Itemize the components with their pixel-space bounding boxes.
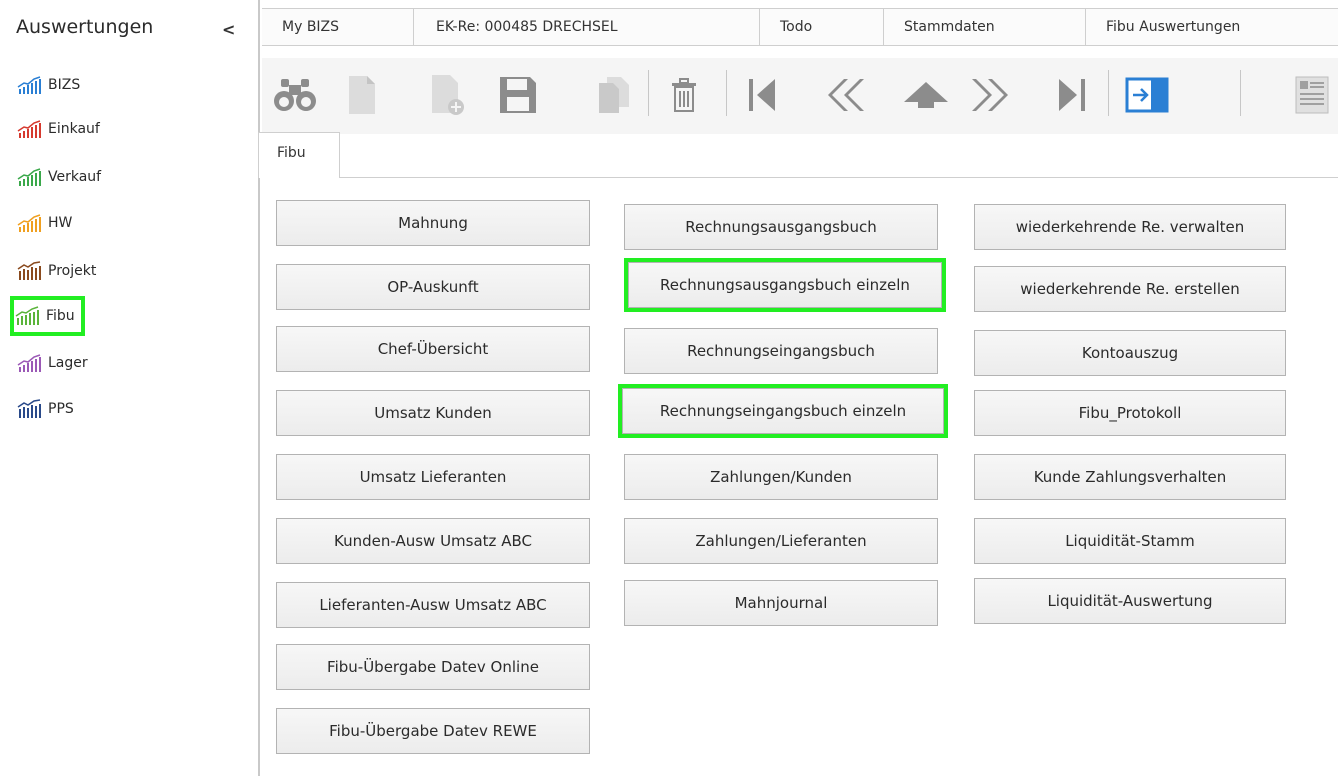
up-icon[interactable] (900, 70, 952, 120)
chart-bars-icon (17, 354, 41, 372)
fibu-protokoll-button[interactable]: Fibu_Protokoll (974, 390, 1286, 436)
toolbar-separator (1108, 70, 1109, 116)
sidebar: Auswertungen < BIZS Einkauf Verkauf HW P… (0, 0, 255, 776)
zahlungen-lieferanten-button[interactable]: Zahlungen/Lieferanten (624, 518, 938, 564)
rechnungsausgangsbuch-einzeln-button[interactable]: Rechnungsausgangsbuch einzeln (624, 258, 946, 312)
chart-bars-icon (15, 306, 39, 325)
chart-bars-icon (17, 76, 41, 94)
kunden-ausw-umsatz-abc-button[interactable]: Kunden-Ausw Umsatz ABC (276, 518, 590, 564)
lieferanten-ausw-umsatz-abc-button[interactable]: Lieferanten-Ausw Umsatz ABC (276, 582, 590, 628)
tab-ek-re[interactable]: EK-Re: 000485 DRECHSEL (414, 9, 760, 45)
toolbar-separator (1240, 70, 1241, 116)
tab-my-bizs[interactable]: My BIZS (262, 9, 414, 45)
fibu-uebergabe-datev-online-button[interactable]: Fibu-Übergabe Datev Online (276, 644, 590, 690)
mahnjournal-button[interactable]: Mahnjournal (624, 580, 938, 626)
umsatz-lieferanten-button[interactable]: Umsatz Lieferanten (276, 454, 590, 500)
sidebar-item-fibu[interactable]: Fibu (10, 296, 85, 336)
exit-icon[interactable] (1122, 70, 1172, 120)
document-tabs: My BIZS EK-Re: 000485 DRECHSEL Todo Stam… (262, 8, 1338, 46)
chart-bars-icon (17, 399, 41, 418)
kontoauszug-button[interactable]: Kontoauszug (974, 330, 1286, 376)
mahnung-button[interactable]: Mahnung (276, 200, 590, 246)
sidebar-title: Auswertungen (16, 16, 154, 38)
sidebar-item-label: Einkauf (48, 121, 100, 137)
list-view-icon[interactable] (1292, 70, 1332, 120)
sidebar-item-bizs[interactable]: BIZS (14, 68, 80, 102)
first-record-icon[interactable] (742, 70, 782, 120)
delete-icon[interactable] (666, 70, 702, 120)
chart-bars-icon (17, 168, 41, 186)
liquiditaet-auswertung-button[interactable]: Liquidität-Auswertung (974, 578, 1286, 624)
zahlungen-kunden-button[interactable]: Zahlungen/Kunden (624, 454, 938, 500)
chart-bars-icon (17, 214, 41, 232)
new-document-icon[interactable] (344, 70, 380, 120)
save-icon[interactable] (496, 70, 540, 120)
toolbar-separator (726, 70, 727, 116)
toolbar-separator (648, 70, 649, 116)
previous-record-icon[interactable] (822, 70, 866, 120)
binoculars-icon[interactable] (272, 70, 318, 120)
sidebar-item-label: Projekt (48, 263, 97, 279)
liquiditaet-stamm-button[interactable]: Liquidität-Stamm (974, 518, 1286, 564)
chef-uebersicht-button[interactable]: Chef-Übersicht (276, 326, 590, 372)
tab-todo[interactable]: Todo (760, 9, 884, 45)
chart-bars-icon (17, 261, 41, 280)
sidebar-item-pps[interactable]: PPS (14, 392, 74, 426)
tab-underline (340, 177, 1338, 178)
sidebar-item-label: Verkauf (48, 169, 102, 185)
tab-fibu[interactable]: Fibu (258, 132, 340, 178)
tab-stammdaten[interactable]: Stammdaten (884, 9, 1086, 45)
sidebar-item-label: BIZS (48, 77, 81, 93)
sidebar-item-einkauf[interactable]: Einkauf (14, 112, 100, 146)
sidebar-item-label: Fibu (46, 308, 75, 324)
wiederkehrende-re-verwalten-button[interactable]: wiederkehrende Re. verwalten (974, 204, 1286, 250)
kunde-zahlungsverhalten-button[interactable]: Kunde Zahlungsverhalten (974, 454, 1286, 500)
op-auskunft-button[interactable]: OP-Auskunft (276, 264, 590, 310)
add-document-icon[interactable] (428, 70, 468, 120)
rechnungseingangsbuch-button[interactable]: Rechnungseingangsbuch (624, 328, 938, 374)
toolbar (262, 58, 1338, 134)
chart-bars-icon (17, 120, 41, 138)
sidebar-item-projekt[interactable]: Projekt (14, 254, 96, 288)
sidebar-item-lager[interactable]: Lager (14, 346, 88, 380)
sidebar-item-hw[interactable]: HW (14, 206, 72, 240)
sidebar-item-verkauf[interactable]: Verkauf (14, 160, 101, 194)
rechnungseingangsbuch-einzeln-button[interactable]: Rechnungseingangsbuch einzeln (618, 384, 948, 438)
copy-icon[interactable] (596, 70, 632, 120)
tab-fibu-auswertungen[interactable]: Fibu Auswertungen (1086, 9, 1338, 45)
sidebar-item-label: Lager (48, 355, 88, 371)
rechnungsausgangsbuch-button[interactable]: Rechnungsausgangsbuch (624, 204, 938, 250)
collapse-sidebar-icon[interactable]: < (222, 20, 235, 39)
sidebar-item-label: PPS (48, 401, 74, 417)
fibu-uebergabe-datev-rewe-button[interactable]: Fibu-Übergabe Datev REWE (276, 708, 590, 754)
sidebar-item-label: HW (48, 215, 73, 231)
sidebar-divider (258, 0, 260, 776)
last-record-icon[interactable] (1052, 70, 1092, 120)
umsatz-kunden-button[interactable]: Umsatz Kunden (276, 390, 590, 436)
next-record-icon[interactable] (970, 70, 1014, 120)
wiederkehrende-re-erstellen-button[interactable]: wiederkehrende Re. erstellen (974, 266, 1286, 312)
